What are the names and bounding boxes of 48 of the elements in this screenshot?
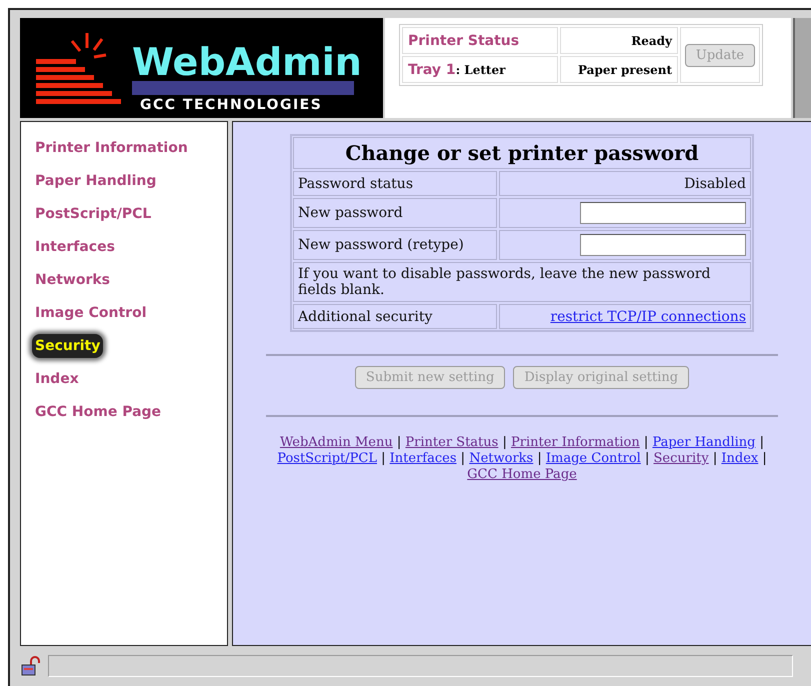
separator: |: [537, 451, 542, 466]
sidebar-item[interactable]: Image Control: [32, 301, 150, 325]
footer-link[interactable]: Image Control: [546, 451, 641, 466]
sidebar-item[interactable]: Networks: [32, 268, 114, 292]
lock-icon: [20, 656, 42, 676]
separator: |: [760, 435, 764, 450]
form-title: Change or set printer password: [293, 137, 751, 169]
footer-link[interactable]: Interfaces: [390, 451, 457, 466]
tray-value: : Letter: [456, 62, 506, 76]
separator: |: [762, 451, 767, 466]
footer-link[interactable]: PostScript/PCL: [277, 451, 377, 466]
status-label: Printer Status: [408, 32, 520, 48]
separator: |: [396, 435, 402, 450]
status-value: Ready: [631, 34, 672, 48]
paper-value: Paper present: [578, 62, 672, 76]
separator: |: [502, 435, 507, 450]
separator: |: [460, 451, 466, 466]
footer-link[interactable]: Paper Handling: [652, 435, 756, 450]
sidebar-item[interactable]: GCC Home Page: [32, 400, 164, 424]
logo-title: WebAdmin: [132, 40, 362, 84]
footer-link[interactable]: Networks: [469, 451, 534, 466]
field-label: Password status: [293, 171, 497, 196]
password-field[interactable]: [580, 234, 746, 256]
sidebar-item[interactable]: Printer Information: [32, 136, 191, 160]
sidebar-item[interactable]: Interfaces: [32, 235, 118, 259]
sidebar-item[interactable]: Index: [32, 367, 82, 391]
password-field[interactable]: [580, 202, 746, 224]
footer-link[interactable]: GCC Home Page: [467, 467, 577, 482]
separator: |: [644, 451, 650, 466]
footer-link[interactable]: WebAdmin Menu: [280, 435, 393, 450]
sidebar-item[interactable]: Security: [32, 334, 104, 358]
field-label: New password: [293, 198, 497, 228]
footer-link[interactable]: Printer Status: [405, 435, 498, 450]
separator: |: [712, 451, 718, 466]
field-label: New password (retype): [293, 230, 497, 260]
footer-link[interactable]: Index: [721, 451, 758, 466]
sidebar-item[interactable]: Paper Handling: [32, 169, 160, 193]
field-label: Additional security: [293, 304, 497, 329]
separator: |: [644, 435, 648, 450]
sidebar-item[interactable]: PostScript/PCL: [32, 202, 154, 226]
separator: |: [381, 451, 386, 466]
field-value: Disabled: [499, 171, 751, 196]
note-text: If you want to disable passwords, leave the new password fields blank.: [293, 262, 751, 302]
footer-link[interactable]: Security: [654, 451, 709, 466]
tray-label: Tray 1: [408, 62, 456, 78]
logo-subtitle: GCC TECHNOLOGIES: [140, 97, 322, 113]
logo-mark-icon: [36, 32, 120, 104]
footer-link[interactable]: Printer Information: [510, 435, 640, 450]
